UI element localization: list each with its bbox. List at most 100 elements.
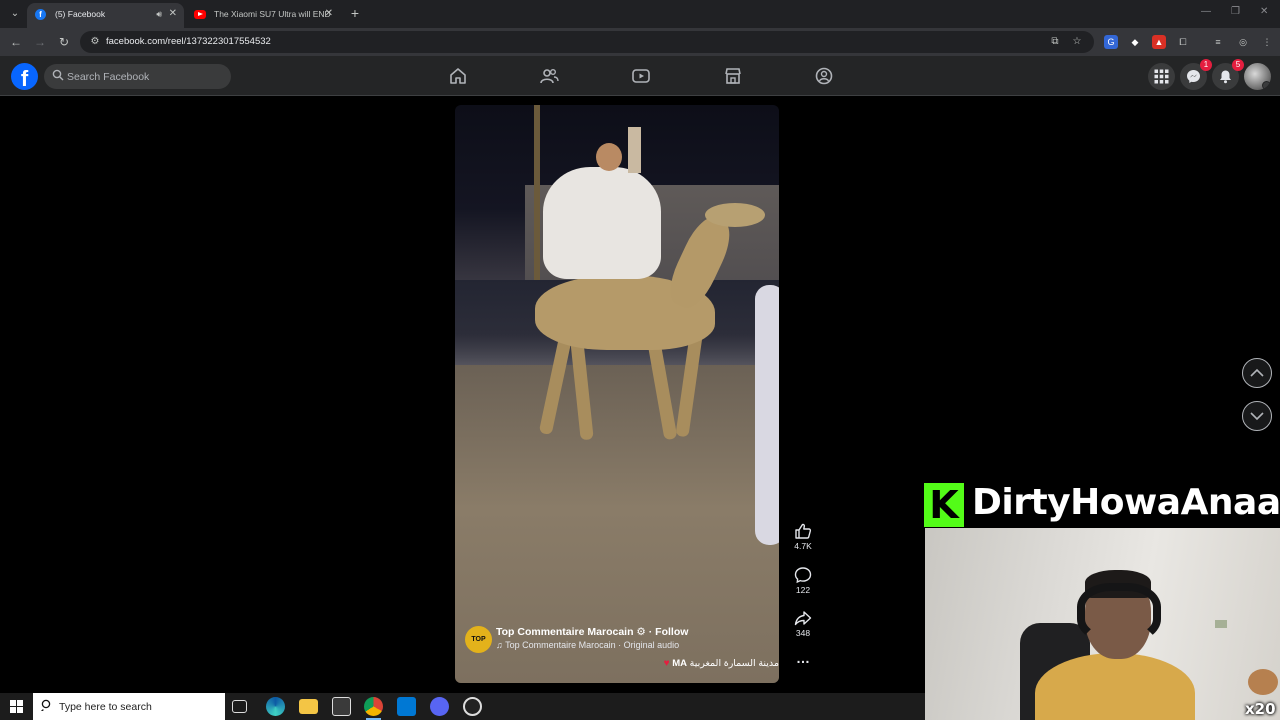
close-tab-icon[interactable]: ✕ [169, 3, 177, 25]
facebook-search-box[interactable] [44, 64, 231, 89]
author-name[interactable]: Top Commentaire Marocain [496, 626, 634, 638]
facebook-logo-icon[interactable]: f [11, 63, 38, 90]
translate-extension-icon[interactable]: G [1104, 35, 1118, 49]
extension-diamond-icon[interactable]: ◆ [1128, 35, 1142, 49]
facebook-favicon-icon: f [35, 9, 46, 20]
chrome-menu-icon[interactable]: ⋮ [1260, 35, 1274, 49]
settings-gear-icon: ⚙ [636, 626, 646, 638]
comment-count: 122 [795, 585, 811, 595]
previous-reel-button[interactable] [1242, 358, 1272, 388]
bell-icon [1220, 70, 1231, 84]
taskbar-search-input[interactable] [59, 693, 219, 720]
menu-grid-button[interactable] [1148, 63, 1175, 90]
edge-browser-icon[interactable] [266, 697, 285, 716]
search-icon [41, 699, 53, 714]
grid-icon [1154, 69, 1169, 84]
heart-icon: ♥ [663, 658, 670, 669]
tab-title: The Xiaomi SU7 Ultra will END [214, 9, 331, 19]
audio-label: Top Commentaire Marocain · Original audi… [505, 640, 680, 650]
reload-icon[interactable]: ↻ [56, 34, 72, 50]
new-tab-button[interactable]: + [347, 5, 363, 21]
windows-start-icon[interactable] [10, 700, 24, 714]
chevron-up-icon [1250, 368, 1264, 377]
audio-line[interactable]: ♫ Top Commentaire Marocain · Original au… [496, 640, 679, 650]
comment-bubble-icon [794, 567, 812, 584]
chrome-browser-icon[interactable] [364, 697, 383, 720]
reel-video[interactable]: TOP Top Commentaire Marocain ⚙ · Follow … [455, 105, 779, 683]
reel-author-info: TOP Top Commentaire Marocain ⚙ · Follow … [465, 625, 779, 679]
close-tab-icon[interactable]: ✕ [325, 3, 333, 25]
thumbs-up-icon [795, 523, 812, 539]
tab-youtube[interactable]: The Xiaomi SU7 Ultra will END ✕ [186, 3, 340, 28]
tab-title: (5) Facebook [55, 9, 106, 19]
next-reel-button[interactable] [1242, 401, 1272, 431]
speaker-icon[interactable]: 🔊︎ [156, 3, 162, 25]
minimize-icon[interactable]: — [1201, 6, 1211, 17]
url-text[interactable]: facebook.com/reel/1373223017554532 [106, 31, 271, 53]
bookmark-star-icon[interactable]: ☆ [1070, 35, 1084, 49]
like-count: 4.7K [794, 541, 812, 551]
extension-red-icon[interactable]: ▲ [1152, 35, 1166, 49]
notifications-button[interactable]: 5 [1212, 59, 1244, 90]
obs-studio-icon[interactable] [463, 697, 482, 716]
share-button[interactable]: 348 [788, 609, 818, 638]
microsoft-store-icon[interactable] [332, 697, 351, 716]
share-arrow-icon [794, 611, 812, 626]
extensions-puzzle-icon[interactable]: ⧠ [1176, 35, 1190, 49]
rider-sign [628, 127, 641, 173]
search-icon [52, 69, 66, 83]
friends-icon[interactable] [539, 66, 559, 86]
home-icon[interactable] [448, 66, 468, 86]
taskbar-search-box[interactable] [33, 693, 225, 720]
wall-switch [1215, 620, 1227, 628]
comment-button[interactable]: 122 [788, 566, 818, 595]
chevron-down-icon [1250, 412, 1264, 421]
site-info-icon[interactable]: ⚙ [88, 35, 102, 49]
follow-link[interactable]: · Follow [649, 626, 689, 638]
more-options-icon[interactable]: … [795, 651, 811, 669]
rider-head [596, 143, 622, 171]
share-count: 348 [795, 628, 811, 638]
forward-arrow-icon[interactable]: → [32, 34, 48, 50]
restore-icon[interactable]: ❐ [1231, 6, 1240, 17]
back-arrow-icon[interactable]: ← [8, 34, 24, 50]
author-line: Top Commentaire Marocain ⚙ · Follow [496, 626, 688, 638]
windows-taskbar [0, 693, 925, 720]
webcam-overlay: x20 [925, 528, 1280, 720]
profile-icon[interactable]: ◎ [1236, 35, 1250, 49]
outlook-icon[interactable] [397, 697, 416, 716]
facebook-search-input[interactable] [67, 64, 227, 89]
music-note-icon: ♫ [496, 640, 503, 650]
tab-facebook[interactable]: f (5) Facebook 🔊︎ ✕ [27, 3, 184, 28]
address-bar[interactable]: ⚙ facebook.com/reel/1373223017554532 ⧉ ☆ [80, 31, 1094, 53]
tab-search-button[interactable]: ⌄ [6, 5, 24, 23]
facebook-header: f 1 5 [0, 56, 1280, 96]
file-explorer-icon[interactable] [299, 699, 318, 714]
headset-icon [1077, 583, 1161, 643]
app-icon[interactable] [430, 697, 449, 716]
video-scene-person [755, 285, 779, 545]
messenger-button[interactable]: 1 [1180, 59, 1212, 90]
emote-face-icon [1248, 669, 1278, 695]
browser-tab-strip: ⌄ f (5) Facebook 🔊︎ ✕ The Xiaomi SU7 Ult… [0, 0, 1280, 28]
media-controls-icon[interactable]: ≡ [1211, 35, 1225, 49]
marketplace-icon[interactable] [723, 66, 743, 86]
notifications-badge: 5 [1232, 59, 1244, 71]
window-close-icon[interactable]: ✕ [1260, 6, 1268, 17]
task-view-icon[interactable] [232, 700, 247, 713]
camel-head [705, 203, 765, 227]
video-scene-pole [534, 105, 540, 295]
reel-caption: ♥ MA مدينة السمارة المغربية [659, 658, 779, 669]
youtube-favicon-icon [194, 10, 206, 19]
like-button[interactable]: 4.7K [788, 522, 818, 551]
install-app-icon[interactable]: ⧉ [1048, 35, 1062, 49]
chevron-down-icon[interactable] [1262, 81, 1271, 90]
caption-country: MA [672, 658, 687, 669]
messenger-badge: 1 [1200, 59, 1212, 71]
groups-icon[interactable] [814, 66, 834, 86]
rider [543, 167, 661, 279]
profile-avatar[interactable] [1244, 63, 1271, 90]
video-icon[interactable] [631, 66, 651, 86]
author-avatar[interactable]: TOP [465, 626, 492, 653]
emote-multiplier: x20 [1245, 700, 1276, 718]
